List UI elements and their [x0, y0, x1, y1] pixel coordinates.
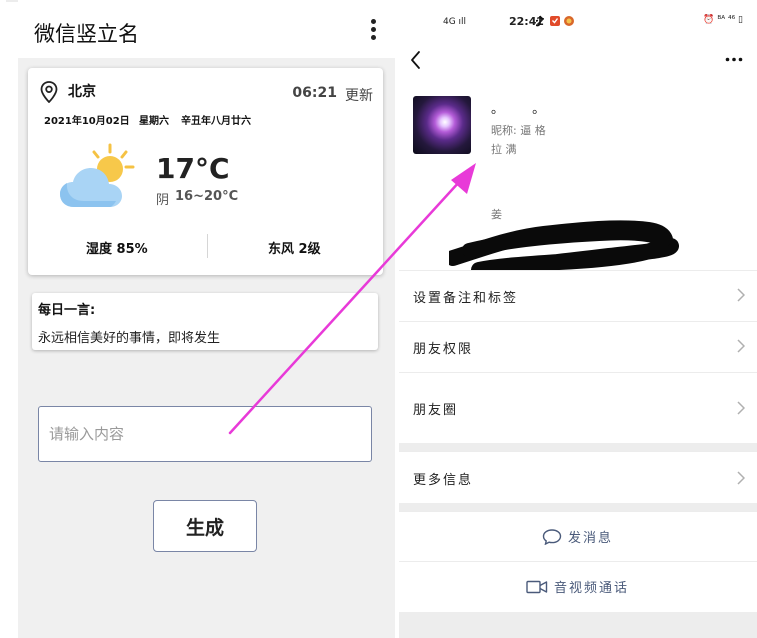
more-options-icon[interactable]: [725, 57, 743, 62]
avatar[interactable]: [413, 96, 471, 154]
content-input[interactable]: [38, 406, 372, 462]
left-app-panel: 微信竖立名 北京 06:21 更新 2021年10月02日 星期六 辛丑年八月廿…: [18, 0, 395, 638]
row-label: 朋友权限: [413, 342, 474, 357]
update-button[interactable]: 更新: [345, 85, 373, 105]
send-message-button[interactable]: 发消息: [399, 511, 757, 560]
row-label: 设置备注和标签: [413, 291, 519, 306]
menu-row-friend-permissions[interactable]: 朋友权限: [399, 321, 757, 372]
section-gap: [399, 503, 757, 511]
send-message-content: 发消息: [542, 527, 613, 546]
notification-icons: [536, 15, 574, 27]
temperature: 17°C: [156, 152, 230, 185]
weather-weekday: 星期六: [139, 116, 169, 127]
daily-quote-card: 每日一言: 永远相信美好的事情，即将发生: [32, 293, 378, 350]
network-status: 4G ıll: [443, 17, 467, 27]
weather-condition: 阴: [156, 193, 170, 208]
chevron-right-icon: [737, 339, 745, 353]
humidity: 湿度 85%: [86, 242, 148, 257]
video-call-content: 音视频通话: [526, 577, 629, 596]
status-bar: 4G ıll 22:42 ⏰ ᴮᴬ ⁴⁶ ▯: [399, 0, 757, 40]
location-pin-icon: [40, 81, 58, 103]
video-call-icon: [526, 580, 548, 593]
row-label: 更多信息: [413, 473, 474, 488]
chat-bubble-icon: [542, 528, 562, 545]
partly-cloudy-icon: [60, 143, 135, 207]
row-label: 朋友圈: [413, 403, 459, 418]
generate-button[interactable]: 生成: [153, 500, 257, 552]
app-title: 微信竖立名: [34, 22, 139, 46]
back-arrow-icon[interactable]: [409, 50, 423, 70]
nickname: 昵称: 逼 格 拉 满: [491, 121, 551, 159]
quote-title: 每日一言:: [38, 303, 96, 318]
weather-card: 北京 06:21 更新 2021年10月02日 星期六 辛丑年八月廿六 17°C…: [28, 68, 383, 275]
wind: 东风 2级: [268, 242, 321, 257]
wechat-profile-panel: 4G ıll 22:42 ⏰ ᴮᴬ ⁴⁶ ▯ 。 。 昵称: 逼 格 拉 满 姜…: [399, 0, 757, 638]
more-options-icon[interactable]: [371, 19, 377, 41]
menu-row-moments[interactable]: 朋友圈: [399, 372, 757, 443]
menu-row-remark-tags[interactable]: 设置备注和标签: [399, 270, 757, 321]
chevron-right-icon: [737, 288, 745, 302]
video-call-button[interactable]: 音视频通话: [399, 561, 757, 613]
chevron-right-icon: [737, 401, 745, 415]
status-right-icons: ⏰ ᴮᴬ ⁴⁶ ▯: [703, 15, 743, 25]
chevron-right-icon: [737, 471, 745, 485]
update-time: 06:21: [292, 85, 337, 101]
video-call-label: 音视频通话: [554, 581, 630, 596]
app-header: 微信竖立名: [18, 0, 395, 58]
lunar-date: 辛丑年八月廿六: [181, 116, 251, 127]
bottom-gap: [399, 612, 757, 638]
menu-row-more-info[interactable]: 更多信息: [399, 451, 757, 504]
city-name: 北京: [68, 84, 96, 100]
divider: [207, 234, 208, 258]
section-gap: [399, 443, 757, 451]
temperature-range: 16~20°C: [175, 189, 239, 204]
weather-date: 2021年10月02日: [44, 116, 130, 127]
quote-text: 永远相信美好的事情，即将发生: [38, 331, 221, 346]
send-message-label: 发消息: [568, 531, 614, 546]
profile-name: 。 。: [491, 102, 558, 117]
nickname-label: 昵称:: [491, 124, 517, 137]
